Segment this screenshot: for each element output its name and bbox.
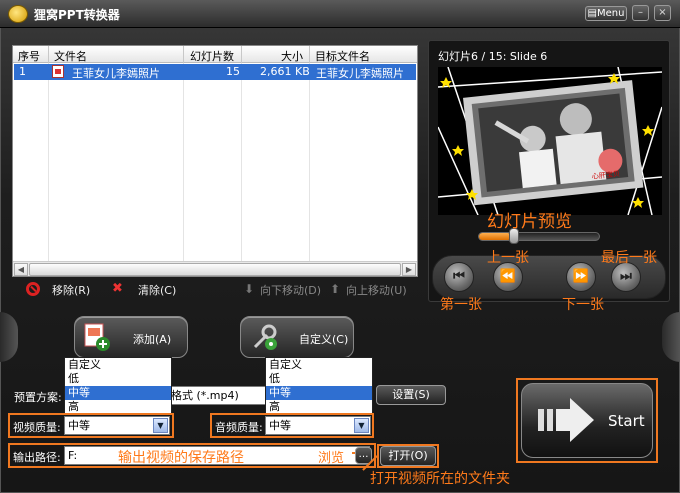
video-quality-option[interactable]: 自定义 (65, 358, 171, 372)
column-header-filename[interactable]: 文件名 (54, 48, 87, 64)
output-path-label: 输出路径: (13, 451, 61, 464)
slide-image: 心肝宝贝 (438, 67, 662, 215)
row-size: 2,661 KB (260, 65, 310, 78)
chevron-down-icon[interactable]: ▼ (354, 418, 369, 433)
video-quality-select[interactable]: 中等 ▼ (64, 416, 170, 435)
clear-button[interactable]: ✖ 清除(C) (112, 282, 182, 298)
scroll-thumb[interactable] (29, 263, 401, 276)
preview-progress-fill (479, 233, 511, 240)
preset-value: 格式 (*.mp4) (171, 389, 239, 402)
first-slide-button[interactable]: ⏮ (444, 262, 474, 292)
video-quality-value: 中等 (68, 419, 90, 432)
scroll-left-button[interactable]: ◀ (14, 263, 28, 276)
ppt-file-icon (52, 65, 64, 78)
custom-button[interactable]: 自定义(C) (240, 316, 354, 358)
start-arrow-icon (538, 398, 594, 442)
audio-quality-value: 中等 (269, 419, 291, 432)
audio-quality-option[interactable]: 高 (266, 400, 372, 414)
app-logo-icon (8, 5, 28, 23)
prev-icon: ⏪ (499, 269, 517, 284)
horizontal-scrollbar[interactable]: ◀ ▶ (13, 261, 417, 276)
column-header-size[interactable]: 大小 (281, 48, 303, 64)
next-icon: ⏩ (572, 269, 590, 284)
folder-icon: … (358, 449, 369, 460)
video-quality-option[interactable]: 低 (65, 372, 171, 386)
title-bar[interactable]: 狸窝PPT转换器 ▤Menu – × (0, 0, 680, 28)
annotation-preview: 幻灯片预览 (487, 212, 572, 232)
preview-progress[interactable] (478, 232, 600, 241)
move-up-icon: ⬆ (330, 282, 341, 296)
custom-tools-icon (253, 324, 277, 350)
slide-preview: 心肝宝贝 (438, 67, 662, 215)
output-path-value: F: (68, 449, 78, 462)
custom-button-label: 自定义(C) (299, 333, 349, 346)
minimize-button[interactable]: – (632, 5, 649, 21)
remove-button[interactable]: 移除(R) (26, 282, 96, 298)
right-edge-decoration (662, 312, 680, 362)
preview-caption: 幻灯片6 / 15: Slide 6 (438, 50, 548, 63)
file-list[interactable]: 序号 文件名 幻灯片数 大小 目标文件名 1 王菲女儿李嫣照片 15 2,661… (12, 45, 418, 277)
annotation-first: 第一张 (440, 297, 482, 313)
chevron-down-icon[interactable]: ▼ (153, 418, 168, 433)
first-icon: ⏮ (453, 269, 465, 284)
video-quality-label: 视频质量: (13, 421, 61, 434)
annotation-prev: 上一张 (487, 250, 529, 266)
audio-quality-select[interactable]: 中等 ▼ (265, 416, 371, 435)
column-header-target[interactable]: 目标文件名 (315, 48, 370, 64)
audio-quality-option[interactable]: 低 (266, 372, 372, 386)
video-quality-option[interactable]: 高 (65, 400, 171, 414)
audio-quality-label: 音频质量: (215, 421, 263, 434)
clear-icon: ✖ (112, 281, 123, 296)
audio-quality-option[interactable]: 自定义 (266, 358, 372, 372)
remove-icon (26, 282, 40, 296)
annotation-open-folder: 打开视频所在的文件夹 (370, 471, 510, 487)
last-icon: ⏭ (620, 269, 632, 284)
row-index: 1 (19, 65, 26, 78)
row-slides: 15 (226, 65, 240, 78)
add-button-label: 添加(A) (133, 333, 172, 346)
add-button[interactable]: 添加(A) (74, 316, 188, 358)
row-filename: 王菲女儿李嫣照片 (72, 67, 160, 80)
annotation-next: 下一张 (562, 297, 604, 313)
move-up-button[interactable]: ⬆ 向上移动(U) (330, 282, 410, 298)
open-folder-button[interactable]: 打开(O) (380, 446, 436, 466)
row-target: 王菲女儿李嫣照片 (316, 67, 404, 80)
move-down-icon: ⬇ (244, 282, 255, 296)
settings-button[interactable]: 设置(S) (376, 385, 446, 405)
annotation-browse: 浏览 (318, 451, 345, 466)
file-list-header: 序号 文件名 幻灯片数 大小 目标文件名 (13, 46, 417, 63)
table-row[interactable]: 1 王菲女儿李嫣照片 15 2,661 KB 王菲女儿李嫣照片 (14, 64, 416, 80)
app-title: 狸窝PPT转换器 (34, 8, 120, 22)
menu-label: Menu (596, 8, 625, 19)
audio-quality-option[interactable]: 中等 (266, 386, 372, 400)
menu-button[interactable]: ▤Menu (585, 6, 627, 21)
column-header-slides[interactable]: 幻灯片数 (190, 48, 234, 64)
annotation-output-path: 输出视频的保存路径 (118, 450, 244, 466)
video-quality-option[interactable]: 中等 (65, 386, 171, 400)
scroll-right-button[interactable]: ▶ (402, 263, 416, 276)
audio-quality-dropdown[interactable]: 自定义 低 中等 高 (265, 357, 373, 415)
move-down-button[interactable]: ⬇ 向下移动(D) (244, 282, 324, 298)
start-button-label: Start (608, 412, 645, 430)
close-button[interactable]: × (654, 5, 671, 21)
add-files-icon (84, 323, 110, 351)
column-header-index[interactable]: 序号 (18, 48, 40, 64)
preset-label: 预置方案: (14, 391, 62, 404)
video-quality-dropdown[interactable]: 自定义 低 中等 高 (64, 357, 172, 415)
annotation-last: 最后一张 (601, 250, 657, 266)
next-slide-button[interactable]: ⏩ (566, 262, 596, 292)
